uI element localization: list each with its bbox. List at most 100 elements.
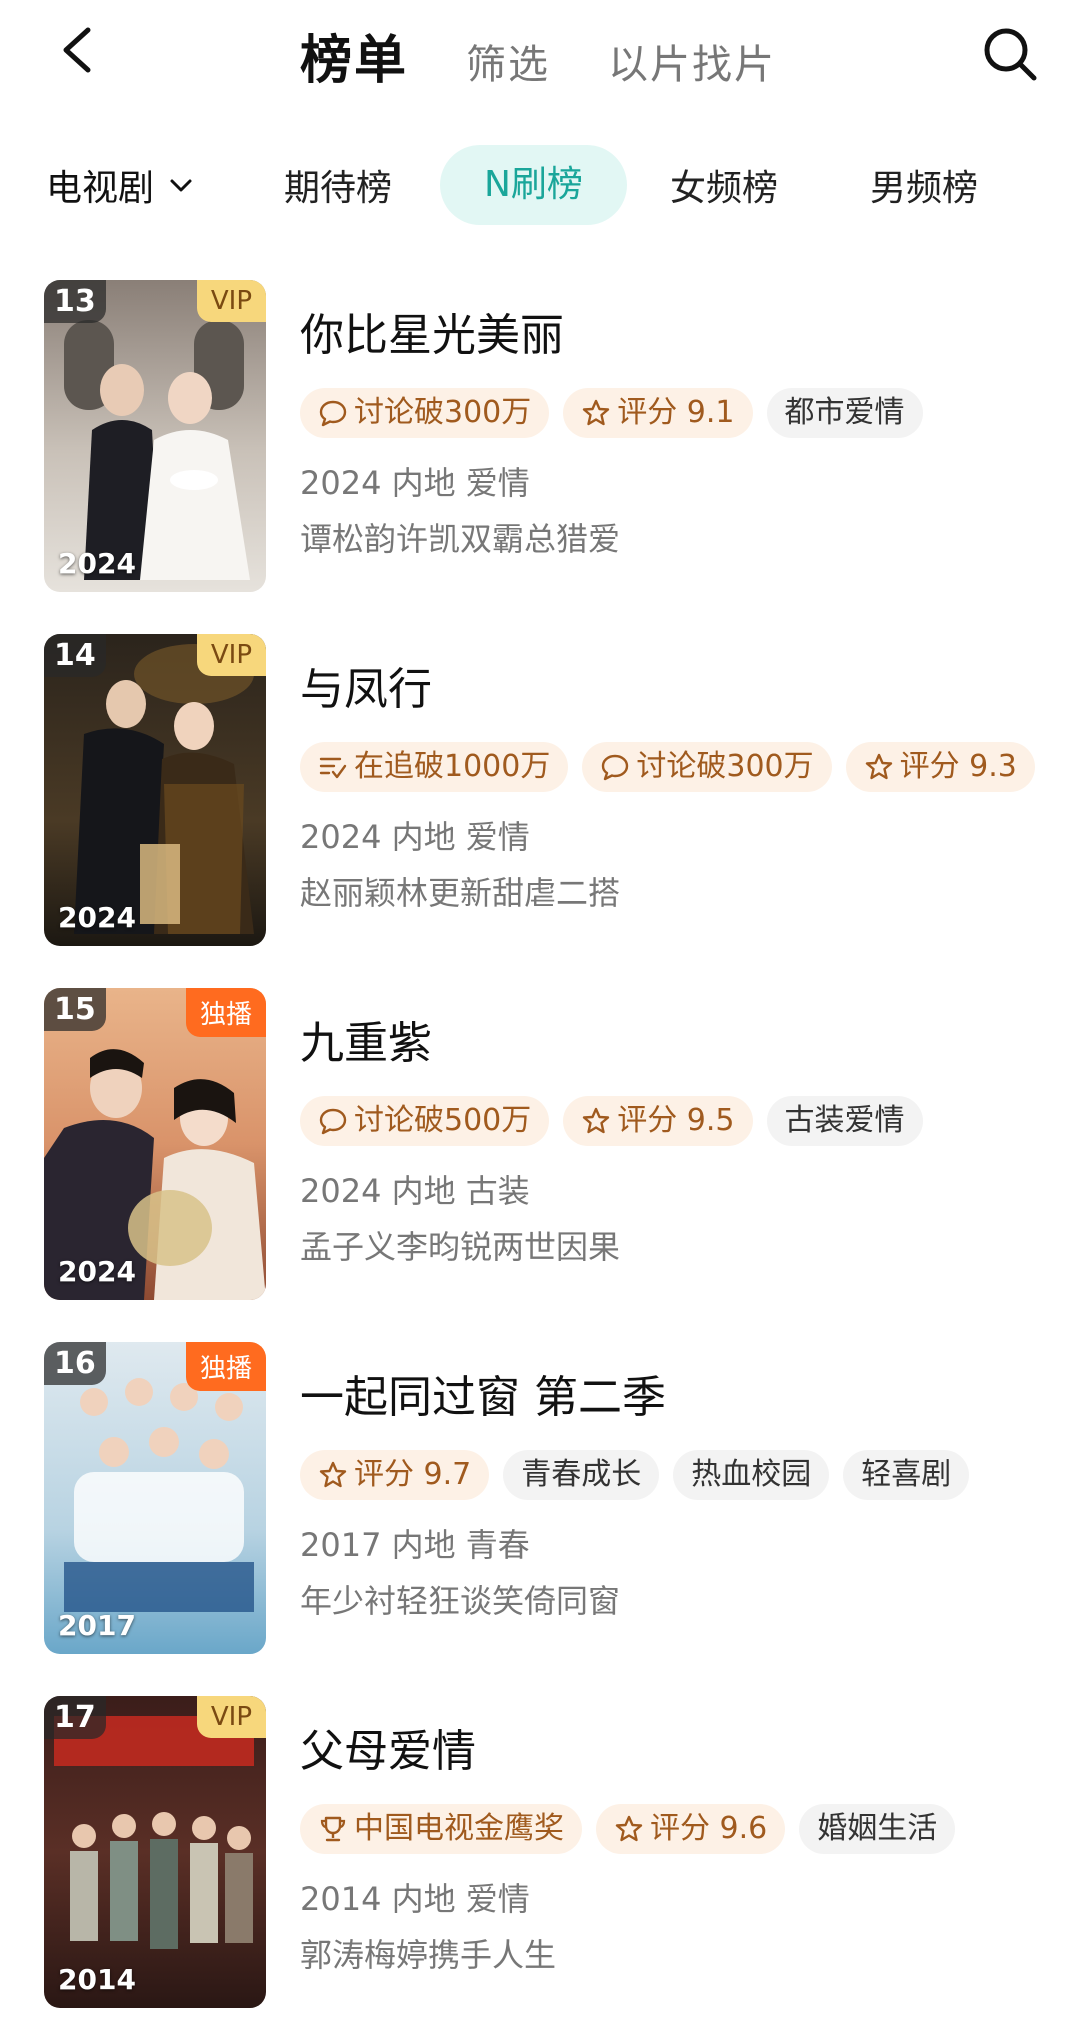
- star-icon: [319, 1461, 347, 1488]
- tag-rating[interactable]: 评分 9.6: [596, 1804, 786, 1854]
- rank-number: 17: [44, 1696, 106, 1739]
- tab-ranking[interactable]: 榜单: [300, 18, 408, 93]
- list-item[interactable]: 14 VIP 2024 与凤行 在追破1000万 讨论破300万 评分 9.3: [0, 634, 1080, 946]
- tag-row: 中国电视金鹰奖 评分 9.6 婚姻生活: [300, 1804, 1060, 1858]
- chevron-down-icon: [170, 179, 192, 192]
- tag-text: 讨论破300万: [636, 749, 814, 784]
- exclusive-badge: 独播: [185, 988, 266, 1037]
- top-bar: 榜单 筛选 以片找片: [0, 0, 1080, 110]
- tag-text: 婚姻生活: [817, 1811, 938, 1846]
- poster[interactable]: 15 独播 2024: [44, 988, 266, 1300]
- subtab-anticipated[interactable]: 期待榜: [284, 159, 392, 211]
- tag-text: 青春成长: [521, 1457, 642, 1492]
- tag-row: 评分 9.7 青春成长 热血校园 轻喜剧: [300, 1450, 1060, 1504]
- item-info: 与凤行 在追破1000万 讨论破300万 评分 9.3 2024 内地 爱情 赵…: [300, 634, 1060, 914]
- poster-image: [44, 1696, 266, 2008]
- poster[interactable]: 17 VIP 2014: [44, 1696, 266, 2008]
- poster[interactable]: 16 独播 2017: [44, 1342, 266, 1654]
- list-item[interactable]: 13 VIP 2024 你比星光美丽 讨论破300万 评分 9.1 都市爱情 2…: [0, 280, 1080, 592]
- tag-following[interactable]: 在追破1000万: [300, 742, 569, 792]
- list-item[interactable]: 15 独播 2024 九重紫 讨论破500万 评分 9.5 古装爱情 2024 …: [0, 988, 1080, 1300]
- tag-text: 讨论破500万: [354, 1103, 532, 1138]
- rank-number: 13: [44, 280, 106, 323]
- poster-image: [44, 280, 266, 592]
- tag-award[interactable]: 中国电视金鹰奖: [300, 1804, 582, 1854]
- rank-number: 16: [44, 1342, 106, 1385]
- tag-discussion[interactable]: 讨论破300万: [300, 388, 550, 438]
- tag-text: 讨论破300万: [354, 395, 532, 430]
- tag-genre[interactable]: 古装爱情: [766, 1096, 923, 1146]
- tag-discussion[interactable]: 讨论破500万: [300, 1096, 550, 1146]
- tag-genre[interactable]: 青春成长: [503, 1450, 660, 1500]
- item-info: 父母爱情 中国电视金鹰奖 评分 9.6 婚姻生活 2014 内地 爱情 郭涛梅婷…: [300, 1696, 1060, 1976]
- list-item[interactable]: 17 VIP 2014 父母爱情 中国电视金鹰奖 评分 9.6 婚姻生活 201…: [0, 1696, 1080, 2008]
- search-icon[interactable]: [978, 22, 1042, 86]
- list-item[interactable]: 16 独播 2017 一起同过窗 第二季 评分 9.7 青春成长 热血校园 轻喜…: [0, 1342, 1080, 1654]
- rank-number: 15: [44, 988, 106, 1031]
- subtab-male[interactable]: 男频榜: [870, 159, 978, 211]
- chat-bubble-icon: [319, 1108, 347, 1135]
- subtab-female[interactable]: 女频榜: [670, 159, 778, 211]
- tag-row: 在追破1000万 讨论破300万 评分 9.3: [300, 742, 1060, 796]
- poster-image: [44, 634, 266, 946]
- tag-row: 讨论破500万 评分 9.5 古装爱情: [300, 1096, 1060, 1150]
- poster[interactable]: 13 VIP 2024: [44, 280, 266, 592]
- item-meta: 2024 内地 爱情: [300, 464, 530, 502]
- tab-find-similar[interactable]: 以片找片: [608, 32, 776, 90]
- category-dropdown[interactable]: 电视剧: [46, 159, 194, 211]
- star-icon: [615, 1815, 643, 1842]
- item-description: 孟子义李昀锐两世因果: [300, 1228, 621, 1266]
- item-title[interactable]: 九重紫: [300, 1016, 1060, 1072]
- tag-text: 都市爱情: [784, 395, 905, 430]
- poster-year: 2024: [58, 901, 136, 934]
- star-icon: [865, 753, 892, 780]
- tag-rating[interactable]: 评分 9.3: [845, 742, 1035, 792]
- category-label: 电视剧: [46, 168, 155, 209]
- tag-text: 古装爱情: [784, 1103, 905, 1138]
- tag-text: 中国电视金鹰奖: [354, 1811, 564, 1846]
- tag-discussion[interactable]: 讨论破300万: [582, 742, 832, 792]
- rank-number: 14: [44, 634, 106, 677]
- tab-filter[interactable]: 筛选: [466, 32, 550, 90]
- trophy-icon: [320, 1816, 346, 1842]
- item-info: 你比星光美丽 讨论破300万 评分 9.1 都市爱情 2024 内地 爱情 谭松…: [300, 280, 1060, 560]
- tag-text: 轻喜剧: [861, 1457, 952, 1492]
- item-meta: 2014 内地 爱情: [300, 1880, 530, 1918]
- item-title[interactable]: 一起同过窗 第二季: [300, 1370, 1060, 1426]
- item-description: 赵丽颖林更新甜虐二搭: [300, 874, 621, 912]
- item-title[interactable]: 与凤行: [300, 662, 1060, 718]
- item-title[interactable]: 你比星光美丽: [300, 308, 1060, 364]
- tag-text: 热血校园: [691, 1457, 812, 1492]
- poster-year: 2017: [58, 1609, 136, 1642]
- vip-badge: VIP: [196, 634, 266, 676]
- tag-rating[interactable]: 评分 9.7: [300, 1450, 490, 1500]
- poster-year: 2024: [58, 1255, 136, 1288]
- back-arrow-icon[interactable]: [52, 22, 108, 78]
- poster-year: 2014: [58, 1963, 136, 1996]
- star-icon: [583, 399, 610, 426]
- top-tabs: 榜单 筛选 以片找片: [300, 18, 834, 93]
- subtab-rewatch[interactable]: N刷榜: [440, 145, 627, 225]
- tag-genre[interactable]: 轻喜剧: [843, 1450, 970, 1500]
- tag-text: 评分 9.1: [617, 395, 735, 430]
- list-check-icon: [319, 757, 347, 779]
- tag-text: 评分 9.6: [650, 1811, 768, 1846]
- item-description: 谭松韵许凯双霸总猎爱: [300, 520, 621, 558]
- poster-year: 2024: [58, 547, 136, 580]
- item-info: 九重紫 讨论破500万 评分 9.5 古装爱情 2024 内地 古装 孟子义李昀…: [300, 988, 1060, 1268]
- tag-genre[interactable]: 婚姻生活: [799, 1804, 956, 1854]
- rank-subtabs: 电视剧 期待榜 N刷榜 女频榜 男频榜: [0, 145, 1080, 227]
- tag-genre[interactable]: 都市爱情: [766, 388, 923, 438]
- item-meta: 2017 内地 青春: [300, 1526, 530, 1564]
- vip-badge: VIP: [196, 1696, 266, 1738]
- tag-rating[interactable]: 评分 9.1: [563, 388, 753, 438]
- item-info: 一起同过窗 第二季 评分 9.7 青春成长 热血校园 轻喜剧 2017 内地 青…: [300, 1342, 1060, 1622]
- tag-rating[interactable]: 评分 9.5: [563, 1096, 753, 1146]
- item-description: 郭涛梅婷携手人生: [300, 1936, 557, 1974]
- tag-row: 讨论破300万 评分 9.1 都市爱情: [300, 388, 1060, 442]
- poster[interactable]: 14 VIP 2024: [44, 634, 266, 946]
- tag-genre[interactable]: 热血校园: [673, 1450, 830, 1500]
- item-title[interactable]: 父母爱情: [300, 1724, 1060, 1780]
- star-icon: [583, 1107, 610, 1134]
- tag-text: 评分 9.3: [899, 749, 1017, 784]
